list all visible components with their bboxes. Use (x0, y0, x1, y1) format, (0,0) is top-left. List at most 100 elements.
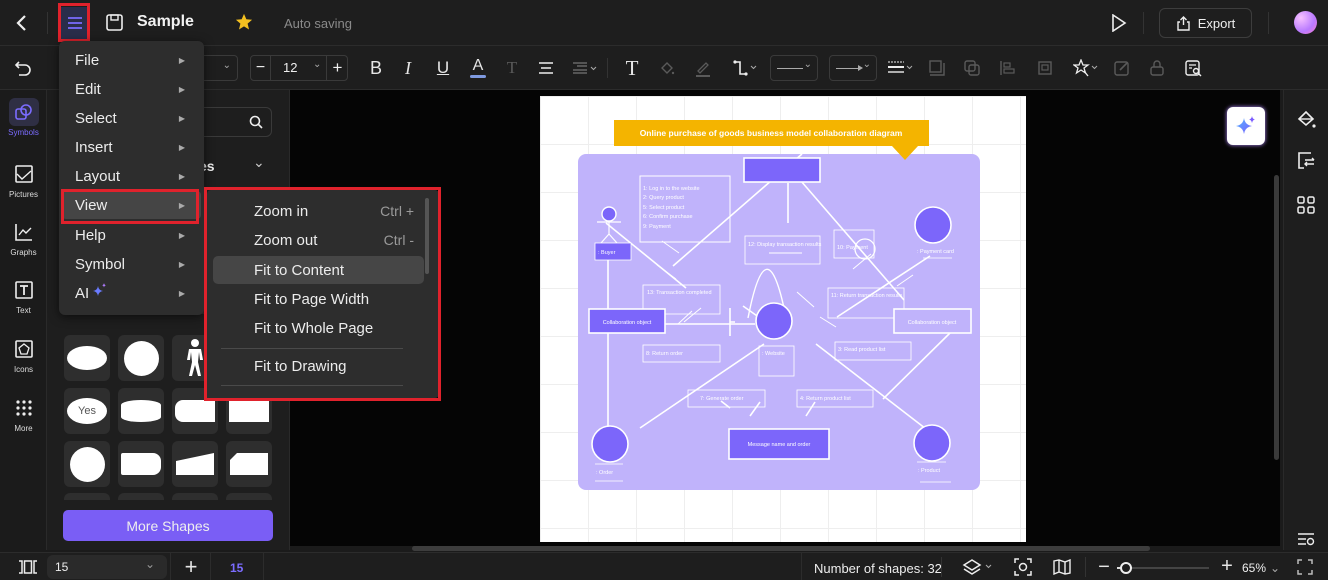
vertical-scrollbar[interactable] (1274, 175, 1279, 460)
payment-card-object (914, 206, 952, 244)
shape-tile-yes[interactable]: Yes (64, 388, 110, 434)
bold-icon[interactable]: B (366, 56, 386, 80)
rail-item-pictures[interactable]: Pictures (0, 160, 47, 212)
export-button[interactable]: Export (1159, 8, 1252, 38)
shape-tile-card[interactable] (226, 441, 272, 487)
font-color-icon[interactable]: A (468, 54, 488, 80)
font-size-decrease[interactable]: − (251, 56, 271, 80)
align-objects-icon[interactable] (997, 56, 1019, 80)
search-icon (249, 115, 263, 129)
submenu-scrollbar[interactable] (425, 198, 429, 274)
connector-style-icon[interactable] (732, 56, 762, 80)
export-icon (1177, 15, 1190, 31)
menu-item-symbol[interactable]: Symbol ▶ (62, 250, 201, 278)
line-color-icon[interactable] (693, 56, 713, 80)
menu-item-help[interactable]: Help ▶ (62, 221, 201, 249)
page-setting-icon[interactable] (1294, 149, 1318, 173)
undo-icon[interactable] (12, 57, 34, 79)
line-style-dropdown[interactable]: ⌄ (770, 55, 818, 81)
zoom-slider-thumb[interactable] (1120, 562, 1132, 574)
arrow-style-dropdown[interactable]: ⌄ (829, 55, 877, 81)
section-chevron-icon[interactable]: ⌄ (253, 154, 265, 171)
shape-tile[interactable] (172, 493, 218, 500)
shape-tile-direct-data[interactable] (118, 441, 164, 487)
menu-hamburger-button[interactable] (60, 7, 89, 39)
edit-icon[interactable] (1111, 56, 1133, 80)
menu-item-select[interactable]: Select ▶ (62, 104, 201, 132)
menu-item-view[interactable]: View ▶ (62, 191, 201, 219)
shape-tile-manual-input[interactable] (172, 441, 218, 487)
rail-item-graphs[interactable]: Graphs (0, 218, 47, 270)
submenu-item-zoom-out[interactable]: Zoom out Ctrl - (213, 226, 424, 254)
fill-style-icon[interactable] (1294, 107, 1318, 131)
zoom-in-button[interactable]: + (1219, 555, 1235, 577)
save-icon[interactable] (104, 12, 124, 32)
text-tool-icon[interactable]: T (621, 55, 643, 81)
rail-item-text[interactable]: Text (0, 276, 47, 328)
horizontal-scrollbar[interactable] (412, 546, 1150, 551)
text-highlight-icon[interactable]: T (502, 56, 522, 80)
font-size-increase[interactable]: + (326, 56, 348, 80)
diagram-page[interactable]: Online purchase of goods business model … (540, 96, 1026, 542)
magic-style-icon[interactable] (1072, 55, 1102, 81)
shape-tile[interactable] (118, 493, 164, 500)
zoom-level-dropdown[interactable]: 65% ⌄ (1242, 561, 1280, 575)
rail-item-symbols[interactable]: Symbols (0, 98, 47, 150)
play-icon[interactable] (1108, 12, 1130, 34)
shape-tile-cylinder[interactable] (118, 388, 164, 434)
find-replace-icon[interactable] (1182, 56, 1204, 80)
fill-icon[interactable] (657, 56, 677, 80)
rail-item-icons[interactable]: Icons (0, 335, 47, 387)
underline-icon[interactable]: U (433, 56, 453, 80)
font-size-value[interactable]: 12 (283, 60, 297, 75)
fullscreen-icon[interactable] (1296, 558, 1314, 576)
menu-item-ai[interactable]: AI ▶ (62, 279, 201, 307)
page-select[interactable]: 15 ⌄ (47, 555, 167, 579)
lock-icon[interactable] (1146, 56, 1168, 80)
shape-tile[interactable] (64, 493, 110, 500)
menu-item-edit[interactable]: Edit ▶ (62, 75, 201, 103)
user-avatar[interactable] (1294, 11, 1317, 34)
submenu-item-fit-to-drawing[interactable]: Fit to Drawing (213, 352, 424, 380)
align-icon[interactable] (536, 56, 556, 80)
shape-tile-circle-2[interactable] (64, 441, 110, 487)
submenu-arrow-icon: ▶ (178, 259, 185, 269)
more-shapes-button[interactable]: More Shapes (63, 510, 273, 541)
panel-settings-icon[interactable] (1294, 530, 1318, 548)
menu-item-file[interactable]: File ▶ (62, 46, 201, 74)
italic-icon[interactable]: I (398, 56, 418, 80)
menu-item-layout[interactable]: Layout ▶ (62, 162, 201, 190)
layers-icon[interactable] (961, 558, 997, 576)
document-title[interactable]: Sample (137, 13, 194, 31)
map-icon[interactable] (1052, 558, 1072, 576)
page-view-icon[interactable] (17, 558, 39, 576)
submenu-item-fit-to-page-width[interactable]: Fit to Page Width (213, 285, 424, 313)
shape-tile[interactable] (226, 493, 272, 500)
back-icon[interactable] (10, 11, 34, 35)
star-icon[interactable] (234, 12, 254, 32)
menu-item-insert[interactable]: Insert ▶ (62, 133, 201, 161)
shape-tile-ellipse[interactable] (64, 335, 110, 381)
page-tab[interactable]: 15 (230, 561, 243, 575)
line-weight-icon[interactable] (886, 56, 916, 80)
ai-assistant-button[interactable] (1227, 107, 1265, 145)
bring-front-icon[interactable] (926, 56, 948, 80)
grid-icon[interactable] (1294, 193, 1318, 217)
product-object (913, 424, 951, 462)
send-back-icon[interactable] (961, 56, 983, 80)
zoom-slider[interactable] (1117, 562, 1209, 574)
order-label: : Order (596, 470, 613, 476)
payment-label: 10: Payment (837, 245, 868, 251)
group-icon[interactable] (1034, 56, 1056, 80)
add-page-button[interactable]: + (181, 554, 201, 579)
submenu-item-zoom-in[interactable]: Zoom in Ctrl + (213, 197, 424, 225)
focus-icon[interactable] (1013, 558, 1033, 576)
line-spacing-icon[interactable] (570, 56, 600, 80)
font-size-chevron-icon[interactable]: ⌄ (313, 59, 321, 70)
shape-tile-circle[interactable] (118, 335, 164, 381)
submenu-item-fit-to-content[interactable]: Fit to Content (213, 256, 424, 284)
zoom-out-button[interactable]: − (1097, 556, 1111, 578)
icons-icon (9, 335, 39, 363)
submenu-item-fit-to-whole-page[interactable]: Fit to Whole Page (213, 314, 424, 342)
rail-item-more[interactable]: More (0, 394, 47, 446)
